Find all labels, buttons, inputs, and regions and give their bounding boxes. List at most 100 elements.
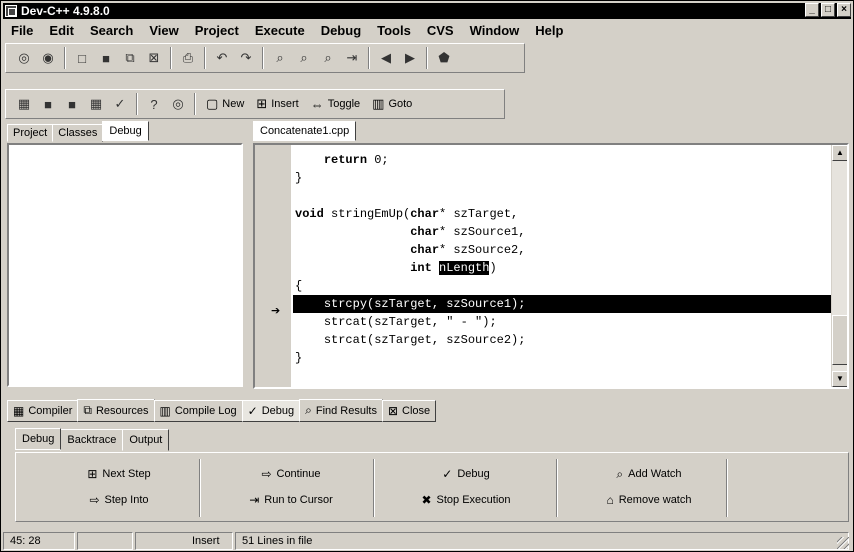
maximize-button[interactable]: □: [821, 3, 835, 17]
help-icon[interactable]: ?: [143, 93, 165, 115]
toggle-icon: ⇔: [310, 96, 324, 112]
compile-icon[interactable]: ▦: [13, 93, 35, 115]
scroll-up-icon[interactable]: ▲: [832, 145, 847, 161]
insert-button[interactable]: ⊞ Insert: [250, 93, 304, 115]
toggle-button[interactable]: ⇔ Toggle: [305, 93, 366, 115]
debug-check-icon: ✓: [442, 467, 453, 481]
editor-gutter[interactable]: [255, 145, 291, 387]
check-icon[interactable]: ✓: [109, 93, 131, 115]
run-to-cursor-icon: ⇥: [249, 493, 260, 507]
window-controls: _ □ ×: [803, 3, 851, 17]
tab-file[interactable]: Concatenate1.cpp: [253, 121, 357, 141]
menu-window[interactable]: Window: [462, 23, 528, 38]
menu-file[interactable]: File: [3, 23, 41, 38]
remove-watch-button[interactable]: ⌂ Remove watch: [564, 489, 734, 511]
run-icon[interactable]: ■: [37, 93, 59, 115]
stop-icon: ✖: [421, 493, 432, 507]
menu-search[interactable]: Search: [82, 23, 141, 38]
menu-tools[interactable]: Tools: [369, 23, 419, 38]
code-line: {: [295, 279, 303, 293]
scroll-thumb[interactable]: [832, 315, 847, 365]
code-line: char* szSource1,: [410, 225, 526, 239]
file-tabs: Concatenate1.cpp: [253, 121, 357, 142]
print-icon[interactable]: ⎙: [177, 47, 199, 69]
step-into-icon: ⇨: [89, 493, 100, 507]
menu-execute[interactable]: Execute: [247, 23, 313, 38]
forward-icon[interactable]: ▶: [399, 47, 421, 69]
app-window: Dev-C++ 4.9.8.0 _ □ × File Edit Search V…: [0, 0, 854, 552]
tab-compiler[interactable]: ▦ Compiler: [7, 400, 79, 422]
about-icon[interactable]: ◎: [167, 93, 189, 115]
compile-log-icon: ▥: [159, 404, 171, 418]
stop-execution-button[interactable]: ✖ Stop Execution: [381, 489, 551, 511]
menu-debug[interactable]: Debug: [313, 23, 369, 38]
find-next-icon[interactable]: ⌕: [317, 47, 339, 69]
execution-point-icon: ➔: [271, 305, 281, 317]
rebuild-icon[interactable]: ▦: [85, 93, 107, 115]
minimize-button[interactable]: _: [805, 3, 819, 17]
open-project-icon[interactable]: ◎: [13, 47, 35, 69]
menu-view[interactable]: View: [141, 23, 186, 38]
edit-mode: Insert: [135, 532, 233, 550]
toolbar-separator: [262, 47, 264, 69]
tab-debug-bottom[interactable]: ✓ Debug: [241, 400, 301, 422]
debug-separator: [199, 459, 201, 517]
tab-compile-log[interactable]: ▥ Compile Log: [153, 400, 243, 422]
menu-cvs[interactable]: CVS: [419, 23, 462, 38]
resize-grip[interactable]: [837, 537, 849, 549]
compile-run-icon[interactable]: ■: [61, 93, 83, 115]
close-file-icon[interactable]: ⊠: [143, 47, 165, 69]
step-into-button[interactable]: ⇨ Step Into: [34, 489, 204, 511]
tab-resources[interactable]: ⧉ Resources: [77, 399, 155, 422]
code-content[interactable]: return 0; } void stringEmUp(char* szTarg…: [293, 151, 831, 367]
secondary-toolbar: ▦ ■ ■ ▦ ✓ ? ◎ ▢ New ⊞ Insert ⇔ Toggle ▥ Goto: [5, 89, 505, 119]
tab-project[interactable]: Project: [7, 124, 54, 142]
new-button[interactable]: ▢ New: [200, 93, 250, 115]
shield-icon[interactable]: ⬟: [433, 47, 455, 69]
status-blank: [77, 532, 133, 550]
close-window-button[interactable]: ×: [837, 3, 851, 17]
tab-debug-sub[interactable]: Debug: [15, 428, 62, 450]
goto-line-icon[interactable]: ⇥: [341, 47, 363, 69]
new-file-icon[interactable]: □: [71, 47, 93, 69]
tab-backtrace[interactable]: Backtrace: [60, 429, 124, 451]
close-panel-icon: ⊠: [387, 404, 399, 418]
debug-button[interactable]: ✓ Debug: [381, 463, 551, 485]
find-icon[interactable]: ⌕: [269, 47, 291, 69]
scroll-down-icon[interactable]: ▼: [832, 371, 847, 387]
goto-button[interactable]: ▥ Goto: [366, 93, 418, 115]
tab-classes[interactable]: Classes: [52, 124, 104, 142]
add-watch-button[interactable]: ⌕ Add Watch: [564, 463, 734, 485]
menu-edit[interactable]: Edit: [41, 23, 82, 38]
tab-output[interactable]: Output: [122, 429, 170, 451]
debug-separator: [373, 459, 375, 517]
tab-find-results[interactable]: ⌕ Find Results: [299, 399, 383, 422]
redo-icon[interactable]: ↷: [235, 47, 257, 69]
save-file-icon[interactable]: ■: [95, 47, 117, 69]
back-icon[interactable]: ◀: [375, 47, 397, 69]
debug-check-icon: ✓: [247, 404, 258, 418]
menu-project[interactable]: Project: [187, 23, 247, 38]
tab-close[interactable]: ⊠ Close: [381, 400, 437, 422]
toolbar-separator: [194, 93, 196, 115]
debug-subtabs: Debug Backtrace Output: [15, 428, 170, 451]
editor-vertical-scrollbar[interactable]: ▲ ▼: [831, 145, 847, 387]
find-results-icon: ⌕: [305, 403, 312, 417]
tab-debug-left[interactable]: Debug: [102, 121, 149, 141]
debug-separator: [726, 459, 728, 517]
undo-icon[interactable]: ↶: [211, 47, 233, 69]
close-project-icon[interactable]: ◉: [37, 47, 59, 69]
menu-help[interactable]: Help: [527, 23, 571, 38]
run-to-cursor-button[interactable]: ⇥ Run to Cursor: [206, 489, 376, 511]
continue-button[interactable]: ⇨ Continue: [206, 463, 376, 485]
title-bar: Dev-C++ 4.9.8.0 _ □ ×: [3, 3, 851, 19]
save-all-icon[interactable]: ⧉: [119, 47, 141, 69]
code-editor[interactable]: ➔ return 0; } void stringEmUp(char* szTa…: [253, 143, 849, 389]
code-line: strcat(szTarget, " - ");: [323, 315, 497, 329]
next-step-icon: ⊞: [87, 467, 98, 481]
toolbar-separator: [368, 47, 370, 69]
debug-watch-panel[interactable]: [7, 143, 243, 387]
next-step-button[interactable]: ⊞ Next Step: [34, 463, 204, 485]
replace-icon[interactable]: ⌕: [293, 47, 315, 69]
debug-controls-panel: ⊞ Next Step ⇨ Step Into ⇨ Continue ⇥ Run to …: [15, 452, 849, 522]
